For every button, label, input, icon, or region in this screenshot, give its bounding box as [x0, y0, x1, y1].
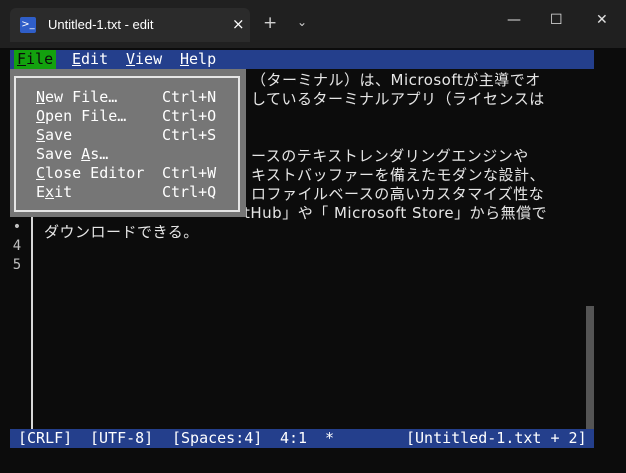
menu-item-new-file[interactable]: New File… Ctrl+N — [36, 88, 236, 107]
menu-item-shortcut: Ctrl+N — [162, 88, 217, 106]
file-menu-dropdown: New File… Ctrl+N Open File… Ctrl+O Save … — [10, 69, 246, 217]
title-bar: >_ Untitled-1.txt - edit × + ⌄ — ☐ ✕ — [0, 0, 626, 48]
menu-help-label: elp — [189, 50, 217, 68]
status-modified-indicator: * — [325, 429, 335, 447]
text-line: ロファイルベースの高いカスタマイズ性な — [251, 185, 545, 203]
new-tab-icon[interactable]: + — [263, 14, 277, 32]
menu-item-exit[interactable]: Exit Ctrl+Q — [36, 183, 236, 202]
menu-edit-accel: E — [72, 50, 82, 68]
tab-title: Untitled-1.txt - edit — [48, 17, 154, 32]
menu-edit-label: dit — [81, 50, 109, 68]
line-number: 4 — [12, 238, 22, 254]
status-eol[interactable]: [CRLF] — [18, 429, 72, 448]
chevron-down-icon[interactable]: ⌄ — [297, 15, 307, 29]
close-window-icon[interactable]: ✕ — [596, 12, 608, 28]
menu-help-accel: H — [180, 50, 190, 68]
menu-item-shortcut: Ctrl+Q — [162, 183, 217, 201]
menu-item-label: Open File… — [36, 107, 127, 125]
menu-item-save-as[interactable]: Save As… — [36, 145, 236, 164]
tab-untitled[interactable]: >_ Untitled-1.txt - edit × — [10, 8, 250, 42]
terminal-icon: >_ — [20, 17, 36, 33]
status-bar: [CRLF] [UTF-8] [Spaces:4] 4:1 * [Untitle… — [10, 429, 594, 448]
menu-view[interactable]: View — [123, 50, 165, 69]
gutter-wrap-marker: • — [12, 219, 22, 235]
vertical-scrollbar[interactable] — [586, 69, 594, 429]
menu-view-accel: V — [126, 50, 136, 68]
menu-file[interactable]: File — [14, 50, 57, 69]
menu-edit[interactable]: Edit — [69, 50, 111, 69]
minimize-icon[interactable]: — — [507, 12, 521, 28]
status-indent[interactable]: [Spaces:4] — [172, 429, 262, 448]
menu-item-save[interactable]: Save Ctrl+S — [36, 126, 236, 145]
menu-item-open-file[interactable]: Open File… Ctrl+O — [36, 107, 236, 126]
text-line: （ターミナル）は、Microsoftが主導でオ — [251, 71, 541, 89]
text-line: しているターミナルアプリ（ライセンスは — [251, 90, 545, 108]
menu-item-label: Close Editor — [36, 164, 145, 182]
menu-bar: File Edit View Help — [10, 50, 594, 69]
status-cursor-position: 4:1 — [280, 429, 308, 447]
menu-item-shortcut: Ctrl+S — [162, 126, 217, 144]
text-line: ースのテキストレンダリングエンジンや — [251, 147, 529, 165]
menu-file-accel: F — [17, 50, 27, 68]
menu-item-label: Save — [36, 126, 73, 144]
maximize-icon[interactable]: ☐ — [550, 12, 563, 28]
text-line: tHub」や「 Microsoft Store」から無償で — [244, 204, 548, 222]
menu-item-close-editor[interactable]: Close Editor Ctrl+W — [36, 164, 236, 183]
text-line: キストバッファーを備えたモダンな設計、 — [251, 166, 546, 184]
text-line: ダウンロードできる。 — [44, 223, 199, 241]
terminal-area: File Edit View Help • 4 5 （ターミナル）は、Micro… — [0, 48, 626, 473]
menu-help[interactable]: Help — [177, 50, 219, 69]
status-encoding[interactable]: [UTF-8] — [90, 429, 153, 448]
menu-item-label: New File… — [36, 88, 118, 106]
menu-item-shortcut: Ctrl+O — [162, 107, 217, 125]
menu-file-label: ile — [26, 50, 54, 68]
tab-close-icon[interactable]: × — [232, 15, 245, 33]
scrollbar-thumb[interactable] — [586, 306, 594, 429]
file-menu-frame: New File… Ctrl+N Open File… Ctrl+O Save … — [14, 76, 240, 212]
menu-item-label: Save As… — [36, 145, 109, 163]
menu-view-label: iew — [135, 50, 163, 68]
status-file-picker[interactable]: [Untitled-1.txt + 2] — [406, 429, 587, 448]
menu-item-label: Exit — [36, 183, 73, 201]
line-number: 5 — [12, 257, 22, 273]
menu-item-shortcut: Ctrl+W — [162, 164, 217, 182]
